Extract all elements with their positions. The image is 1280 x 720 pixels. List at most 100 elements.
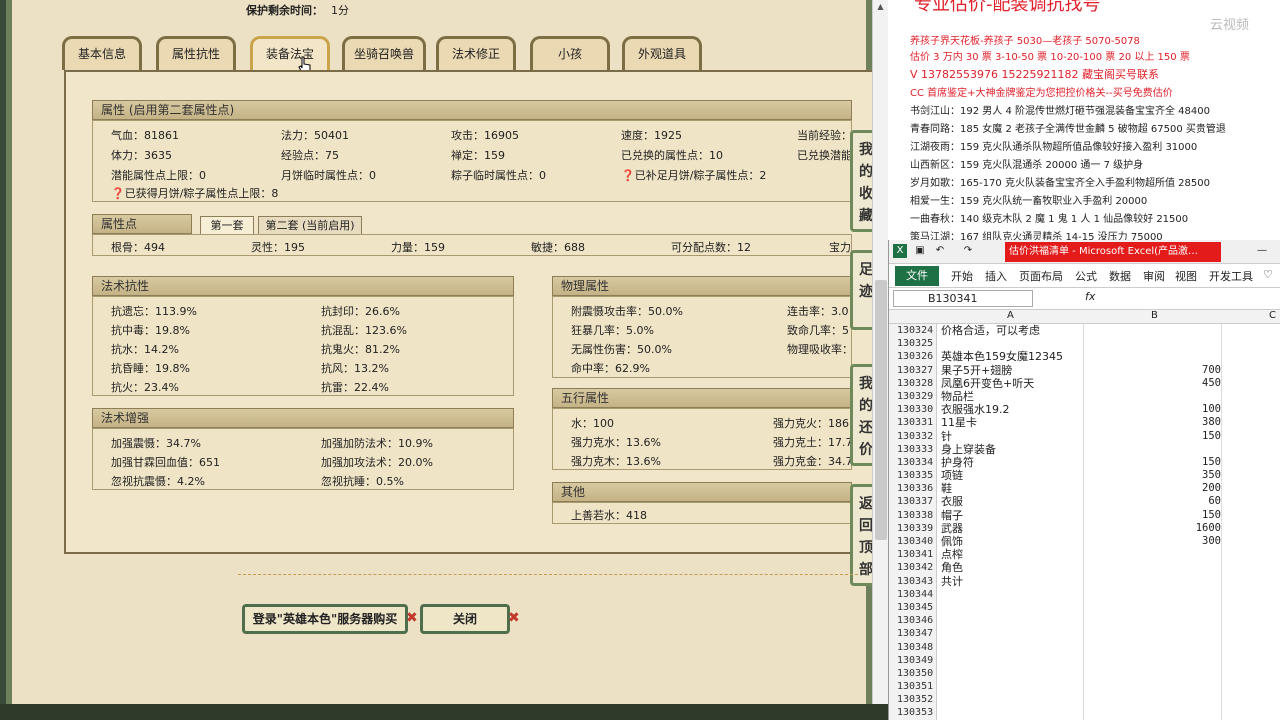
table-row[interactable]: 130335 项链 350 [889,469,1280,483]
name-box[interactable]: B130341 [893,290,1033,307]
cell-a[interactable]: 果子5开+翅膀 [941,364,1012,377]
tab-second-set[interactable]: 第二套 (当前启用) [258,216,362,236]
row-number[interactable]: 130345 [889,600,937,615]
tab-magic-correction[interactable]: 法术修正 [436,36,516,70]
row-number[interactable]: 130337 [889,495,937,509]
cell-a[interactable]: 点榨 [941,548,963,561]
menu-file[interactable]: 文件 [895,266,939,286]
table-row[interactable]: 130352 [889,693,1280,707]
cell-a[interactable]: 武器 [941,522,963,535]
table-row[interactable]: 130350 [889,666,1280,681]
row-number[interactable]: 130335 [889,469,937,483]
row-number[interactable]: 130341 [889,548,937,562]
table-row[interactable]: 130353 [889,706,1280,720]
tab-children[interactable]: 小孩 [530,36,610,70]
scroll-up-icon[interactable]: ▲ [873,0,888,14]
cell-a[interactable]: 物品栏 [941,390,974,403]
table-row[interactable]: 130332 针 150 [889,429,1280,443]
row-number[interactable]: 130342 [889,561,937,575]
row-number[interactable]: 130332 [889,429,937,443]
row-number[interactable]: 130326 [889,350,937,364]
table-row[interactable]: 130337 衣服 60 [889,495,1280,509]
table-row[interactable]: 130338 帽子 150 [889,508,1280,522]
row-number[interactable]: 130347 [889,627,937,641]
table-row[interactable]: 130339 武器 1600 [889,521,1280,535]
cell-b[interactable]: 200 [1149,482,1221,495]
scroll-thumb[interactable] [875,280,887,540]
table-row[interactable]: 130351 [889,680,1280,694]
row-number[interactable]: 130328 [889,376,937,390]
row-number[interactable]: 130349 [889,653,937,667]
table-row[interactable]: 130341 点榨 [889,548,1280,562]
cell-a[interactable]: 凤凰6开变色+听天 [941,377,1034,390]
table-row[interactable]: 130331 11星卡 380 [889,416,1280,430]
row-number[interactable]: 130329 [889,389,937,404]
row-number[interactable]: 130334 [889,455,937,470]
row-number[interactable]: 130324 [889,324,937,338]
cell-a[interactable]: 衣服 [941,495,963,508]
fx-icon[interactable]: fx [1085,290,1095,303]
table-row[interactable]: 130343 共计 [889,574,1280,588]
sheet-grid[interactable]: 130324 价格合适，可以考虑 130325 130326 英雄本色159女魔1234… [889,324,1280,720]
row-number[interactable]: 130325 [889,337,937,351]
table-row[interactable]: 130330 衣服强水19.2 100 [889,403,1280,417]
table-row[interactable]: 130325 [889,337,1280,351]
tab-appearance-items[interactable]: 外观道具 [622,36,702,70]
row-number[interactable]: 130336 [889,482,937,496]
cell-a[interactable]: 共计 [941,575,963,588]
cell-b[interactable]: 1600 [1149,522,1221,535]
table-row[interactable]: 130324 价格合适，可以考虑 [889,324,1280,338]
close-button[interactable]: 关闭 [420,604,510,634]
table-row[interactable]: 130342 角色 [889,561,1280,575]
undo-icon[interactable]: ↶ [933,244,947,258]
row-number[interactable]: 130333 [889,442,937,456]
cell-a[interactable]: 护身符 [941,456,974,469]
table-row[interactable]: 130333 身上穿装备 [889,442,1280,456]
save-icon[interactable]: ▣ [913,244,927,258]
table-row[interactable]: 130346 [889,614,1280,628]
cell-b[interactable]: 700 [1149,364,1221,377]
question-icon[interactable]: ❓ [111,187,125,200]
cell-a[interactable]: 帽子 [941,509,963,522]
row-number[interactable]: 130350 [889,666,937,681]
table-row[interactable]: 130348 [889,640,1280,654]
tab-attributes[interactable]: 属性抗性 [156,36,236,70]
menu-page-layout[interactable]: 页面布局 [1019,268,1063,284]
cell-a[interactable]: 英雄本色159女魔12345 [941,350,1063,363]
ribbon-collapse-icon[interactable]: ♡ [1263,268,1273,281]
row-number[interactable]: 130327 [889,363,937,377]
cell-a[interactable]: 衣服强水19.2 [941,403,1010,416]
menu-data[interactable]: 数据 [1109,268,1131,284]
column-a-header[interactable]: A [1007,310,1014,321]
cell-b[interactable]: 300 [1149,535,1221,548]
login-buy-button[interactable]: 登录"英雄本色"服务器购买 [242,604,408,634]
cell-b[interactable]: 150 [1149,430,1221,443]
row-number[interactable]: 130331 [889,416,937,430]
menu-insert[interactable]: 插入 [985,268,1007,284]
tab-mounts-pets[interactable]: 坐骑召唤兽 [342,36,426,70]
table-row[interactable]: 130328 凤凰6开变色+听天 450 [889,376,1280,390]
table-row[interactable]: 130347 [889,627,1280,641]
cell-b[interactable]: 350 [1149,469,1221,482]
game-scrollbar[interactable]: ▲ [872,0,888,704]
cell-b[interactable]: 380 [1149,416,1221,429]
row-number[interactable]: 130348 [889,640,937,654]
cell-a[interactable]: 角色 [941,561,963,574]
cell-b[interactable]: 150 [1149,456,1221,469]
row-number[interactable]: 130344 [889,587,937,601]
menu-formulas[interactable]: 公式 [1075,268,1097,284]
table-row[interactable]: 130336 鞋 200 [889,482,1280,496]
tab-first-set[interactable]: 第一套 [200,216,254,236]
row-number[interactable]: 130352 [889,693,937,707]
menu-home[interactable]: 开始 [951,268,973,284]
cell-b[interactable]: 60 [1149,495,1221,508]
row-number[interactable]: 130343 [889,574,937,588]
cell-a[interactable]: 针 [941,430,952,443]
row-number[interactable]: 130338 [889,508,937,522]
row-number[interactable]: 130346 [889,614,937,628]
menu-review[interactable]: 审阅 [1143,268,1165,284]
menu-developer[interactable]: 开发工具 [1209,268,1253,284]
row-number[interactable]: 130339 [889,521,937,535]
tab-equipment[interactable]: 装备法宝 [250,36,330,70]
table-row[interactable]: 130349 [889,653,1280,667]
